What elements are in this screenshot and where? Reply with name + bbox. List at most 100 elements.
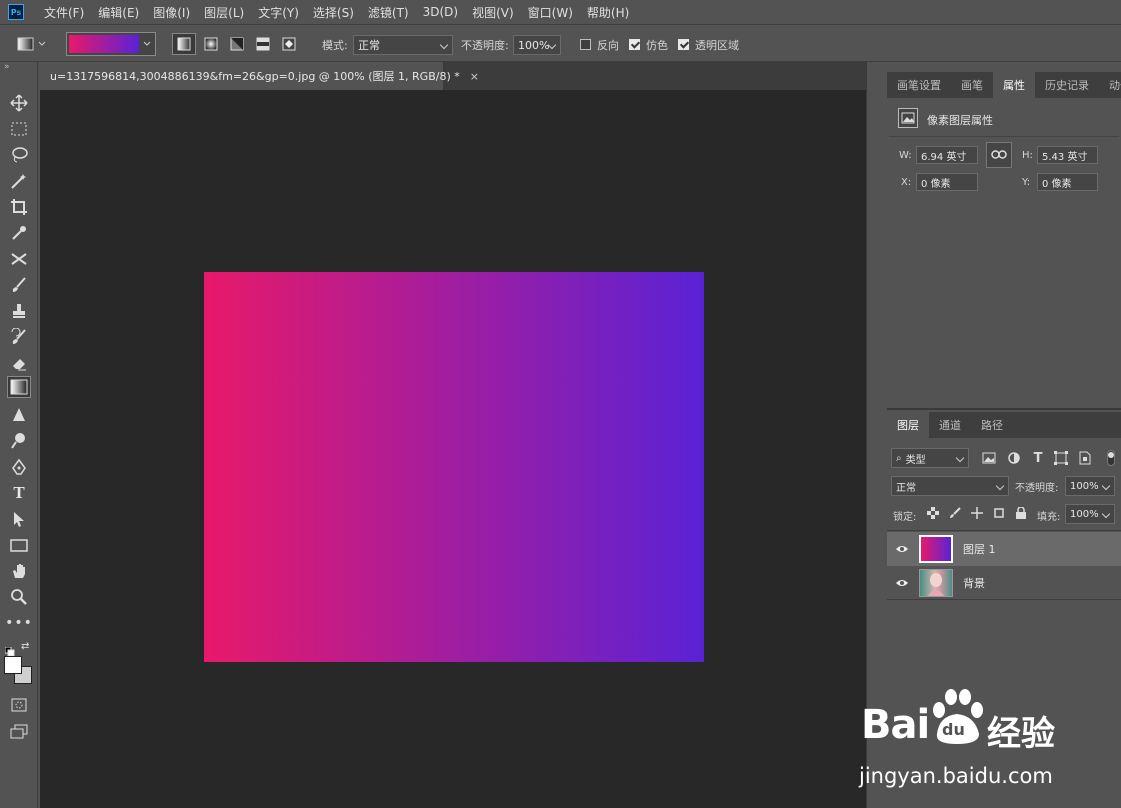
mode-select[interactable]: 正常: [353, 35, 453, 55]
gradient-canvas[interactable]: [204, 272, 704, 662]
collapse-icon[interactable]: »: [4, 62, 10, 72]
eyedropper-tool-icon[interactable]: [7, 222, 31, 244]
lock-image-icon[interactable]: [948, 506, 962, 520]
dodge-tool-icon[interactable]: [7, 430, 31, 452]
gradient-tool-preset-icon[interactable]: [16, 35, 46, 53]
dither-checkbox[interactable]: [629, 39, 640, 50]
eraser-tool-icon[interactable]: [7, 352, 31, 374]
gradient-picker[interactable]: [66, 32, 156, 56]
lock-position-icon[interactable]: [970, 506, 984, 520]
opacity-label: 不透明度:: [461, 39, 509, 52]
tab-paths[interactable]: 路径: [971, 412, 1013, 438]
filter-adjustment-icon[interactable]: [1006, 450, 1022, 466]
menu-type[interactable]: 文字(Y): [258, 4, 299, 21]
menu-help[interactable]: 帮助(H): [587, 4, 629, 21]
brush-tool-icon[interactable]: [7, 274, 31, 296]
rectangle-tool-icon[interactable]: [7, 534, 31, 556]
height-input[interactable]: 5.43 英寸: [1037, 146, 1098, 164]
swap-colors-icon[interactable]: ⇄: [21, 641, 29, 652]
tab-brush-settings[interactable]: 画笔设置: [887, 72, 951, 98]
reverse-checkbox[interactable]: [580, 39, 591, 50]
lock-label: 锁定:: [893, 512, 917, 523]
x-value: 0 像素: [921, 178, 951, 190]
pen-tool-icon[interactable]: [7, 456, 31, 478]
menu-file[interactable]: 文件(F): [44, 4, 84, 21]
hand-tool-icon[interactable]: [7, 560, 31, 582]
menu-window[interactable]: 窗口(W): [528, 4, 573, 21]
lasso-tool-icon[interactable]: [7, 144, 31, 166]
quick-mask-icon[interactable]: [7, 694, 31, 716]
tab-channels[interactable]: 通道: [929, 412, 971, 438]
layer-opacity-input[interactable]: 100%: [1065, 476, 1115, 496]
lock-all-icon[interactable]: [1014, 506, 1028, 520]
menu-bar: Ps 文件(F) 编辑(E) 图像(I) 图层(L) 文字(Y) 选择(S) 滤…: [0, 0, 1121, 24]
angle-gradient-icon[interactable]: [226, 33, 248, 55]
filter-toggle[interactable]: [1107, 450, 1115, 466]
clone-stamp-tool-icon[interactable]: [7, 300, 31, 322]
gradient-tool-icon[interactable]: [7, 376, 31, 398]
document-tab[interactable]: u=1317596814,3004886139&fm=26&gp=0.jpg @…: [40, 62, 479, 90]
crop-tool-icon[interactable]: [7, 196, 31, 218]
zoom-tool-icon[interactable]: [7, 586, 31, 608]
layer-filter-select[interactable]: ⌕ 类型: [891, 448, 969, 468]
filter-type-icon[interactable]: T: [1030, 449, 1046, 467]
type-tool-icon[interactable]: T: [7, 482, 31, 504]
transparency-label: 透明区域: [695, 39, 739, 52]
menu-layer[interactable]: 图层(L): [204, 4, 244, 21]
y-input[interactable]: 0 像素: [1037, 173, 1098, 191]
layer-row-background[interactable]: 背景: [887, 566, 1121, 600]
diamond-gradient-icon[interactable]: [278, 33, 300, 55]
mode-label: 模式:: [322, 39, 348, 52]
foreground-color-swatch[interactable]: [4, 656, 22, 674]
blur-tool-icon[interactable]: [7, 404, 31, 426]
more-tools-icon[interactable]: •••: [5, 612, 32, 634]
lock-artboard-icon[interactable]: [992, 506, 1006, 520]
layer-row-layer1[interactable]: 图层 1: [887, 532, 1121, 566]
layer-thumbnail: [919, 535, 953, 563]
menu-image[interactable]: 图像(I): [153, 4, 190, 21]
healing-brush-tool-icon[interactable]: [7, 248, 31, 270]
filter-pixel-icon[interactable]: [981, 450, 997, 466]
width-value: 6.94 英寸: [921, 151, 967, 163]
x-input[interactable]: 0 像素: [916, 173, 978, 191]
width-input[interactable]: 6.94 英寸: [916, 146, 978, 164]
radial-gradient-icon[interactable]: [200, 33, 222, 55]
link-icon[interactable]: [986, 142, 1012, 168]
blend-mode-select[interactable]: 正常: [891, 476, 1009, 496]
mode-value: 正常: [358, 39, 380, 52]
properties-panel: 画笔设置 画笔 属性 历史记录 动作 像素图层属性 W: 6.94 英寸 H: …: [887, 62, 1121, 408]
lock-transparent-icon[interactable]: [926, 506, 940, 520]
opacity-input[interactable]: 100%: [513, 35, 561, 55]
watermark-url: jingyan.baidu.com: [859, 764, 1053, 788]
linear-gradient-icon[interactable]: [172, 33, 196, 55]
reflected-gradient-icon[interactable]: [252, 33, 274, 55]
marquee-tool-icon[interactable]: [7, 118, 31, 140]
close-tab-icon[interactable]: ×: [470, 70, 479, 83]
layer-name: 背景: [963, 576, 985, 590]
tab-properties[interactable]: 属性: [993, 72, 1035, 98]
menu-view[interactable]: 视图(V): [472, 4, 514, 21]
options-bar: 模式: 正常 不透明度: 100% 反向 仿色 透明区域: [0, 24, 1121, 62]
menu-select[interactable]: 选择(S): [313, 4, 354, 21]
path-selection-tool-icon[interactable]: [7, 508, 31, 530]
menu-filter[interactable]: 滤镜(T): [368, 4, 409, 21]
history-brush-tool-icon[interactable]: [7, 326, 31, 348]
move-tool-icon[interactable]: [7, 92, 31, 114]
tab-actions[interactable]: 动作: [1099, 72, 1121, 98]
fill-input[interactable]: 100%: [1065, 504, 1115, 524]
magic-wand-tool-icon[interactable]: [7, 170, 31, 192]
tab-brush[interactable]: 画笔: [951, 72, 993, 98]
filter-shape-icon[interactable]: [1053, 450, 1069, 466]
filter-smart-object-icon[interactable]: [1077, 450, 1093, 466]
visibility-eye-icon[interactable]: [895, 541, 909, 555]
menu-edit[interactable]: 编辑(E): [98, 4, 139, 21]
fill-value: 100%: [1070, 508, 1099, 520]
tab-history[interactable]: 历史记录: [1035, 72, 1099, 98]
tab-layers[interactable]: 图层: [887, 412, 929, 438]
transparency-checkbox[interactable]: [678, 39, 689, 50]
screen-mode-icon[interactable]: [7, 720, 31, 742]
canvas-workspace[interactable]: [40, 90, 866, 808]
watermark-brand: Bai: [861, 702, 930, 748]
menu-3d[interactable]: 3D(D): [423, 5, 458, 19]
visibility-eye-icon[interactable]: [895, 575, 909, 589]
